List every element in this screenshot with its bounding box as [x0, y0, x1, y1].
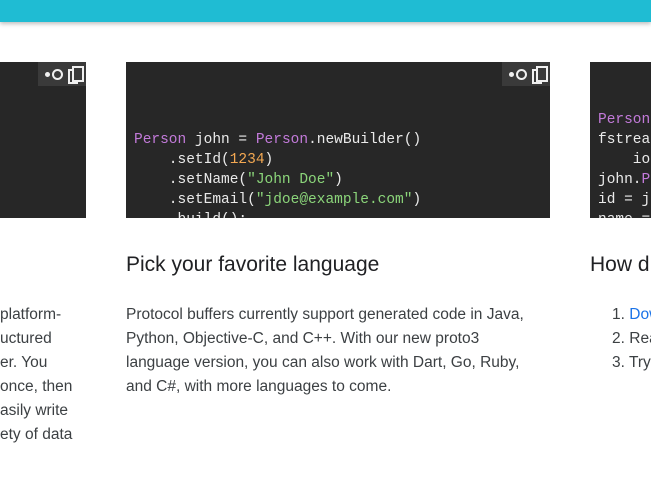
- text-line: uctured: [0, 330, 52, 347]
- text-line: ety of data: [0, 426, 73, 443]
- code-line: name =: [598, 210, 651, 218]
- step-item: 1. Dow: [612, 303, 651, 327]
- code-actions-center: [502, 62, 550, 86]
- prompt-icon[interactable]: [508, 68, 527, 80]
- text-line: Protocol buffers currently support gener…: [126, 306, 524, 323]
- code-token: .setName(: [134, 172, 248, 188]
- code-token: .build();: [134, 212, 247, 218]
- code-block-right: Personfstrea iosjohn.Paid = joname = ema…: [590, 62, 651, 218]
- code-line: ios: [598, 150, 651, 170]
- code-token: .setEmail(: [134, 192, 256, 208]
- code-line: id = jo: [598, 190, 651, 210]
- code-token: Person: [255, 132, 309, 148]
- text-line: Python, Objective-C, and C++. With our n…: [126, 330, 480, 347]
- copy-icon[interactable]: [531, 66, 548, 84]
- code-token: Person: [134, 132, 187, 148]
- code-token: john.: [598, 172, 642, 188]
- code-token: ios: [632, 152, 651, 168]
- code-token: ): [412, 192, 422, 208]
- code-line: fstrea: [598, 130, 651, 150]
- left-description: platform- uctured er. You once, then asi…: [0, 303, 72, 447]
- code-token: .setId(: [134, 152, 230, 168]
- code-block-left: [0, 62, 86, 218]
- text-line: language version, you can also work with…: [126, 354, 520, 371]
- step-text: Rea: [629, 330, 651, 347]
- prompt-icon[interactable]: [44, 68, 63, 80]
- code-token: 1234: [229, 152, 265, 168]
- code-line: john.Pa: [598, 170, 651, 190]
- step-item: 3. Try: [612, 354, 651, 371]
- text-line: asily write: [0, 402, 69, 419]
- code-token: "jdoe@example.com": [255, 192, 413, 208]
- code-token: Person: [598, 112, 651, 128]
- code-line: .setName("John Doe"): [134, 170, 550, 190]
- code-line: Person: [598, 110, 651, 130]
- code-token: fstrea: [598, 132, 651, 148]
- text-line: er. You: [0, 354, 48, 371]
- code-token: ): [334, 172, 343, 188]
- code-actions-left: [38, 62, 86, 86]
- steps-list: 1. Dow 2. Rea 3. Try: [612, 303, 651, 375]
- code-token: "John Doe": [247, 172, 335, 188]
- section-heading-languages: Pick your favorite language: [126, 253, 380, 276]
- code-line: .setEmail("jdoe@example.com"): [134, 190, 550, 210]
- code-line: .setId(1234): [134, 150, 550, 170]
- step-text: Try: [628, 354, 651, 371]
- code-token: john =: [186, 132, 256, 148]
- code-token: id = jo: [598, 192, 651, 208]
- copy-icon[interactable]: [67, 66, 84, 84]
- step-item: 2. Rea: [612, 327, 651, 351]
- code-token: ): [264, 152, 274, 168]
- code-block-center: Person john = Person.newBuilder() .setId…: [126, 62, 550, 218]
- text-line: and C#, with more languages to come.: [126, 378, 392, 395]
- step-link[interactable]: Dow: [629, 306, 651, 323]
- code-line: Person john = Person.newBuilder(): [134, 130, 550, 150]
- code-lines: Personfstrea iosjohn.Paid = joname = ema…: [598, 110, 651, 218]
- top-bar: [0, 0, 651, 22]
- code-lines: Person john = Person.newBuilder() .setId…: [134, 130, 550, 218]
- section-heading-how: How d: [590, 253, 650, 276]
- code-token: name =: [598, 212, 651, 218]
- code-line: .build();: [134, 210, 550, 218]
- code-token: Pa: [641, 172, 651, 188]
- text-line: once, then: [0, 378, 73, 395]
- text-line: platform-: [0, 306, 62, 323]
- code-token: .newBuilder(): [308, 132, 422, 148]
- languages-description: Protocol buffers currently support gener…: [126, 303, 524, 399]
